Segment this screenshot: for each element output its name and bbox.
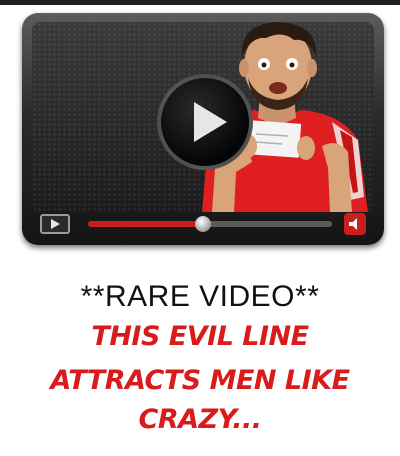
play-icon [194, 102, 227, 142]
subtext-line-1: THIS EVIL LINE [91, 321, 309, 352]
seek-progress [88, 221, 203, 227]
seek-bar[interactable] [88, 216, 332, 232]
headline: **RARE VIDEO** [80, 280, 320, 313]
volume-icon [349, 218, 357, 230]
seek-handle[interactable] [194, 216, 211, 232]
player-controls [32, 212, 374, 238]
subtext-line-3: CRAZY... [138, 404, 262, 435]
control-play-button[interactable] [40, 214, 70, 234]
top-border [0, 0, 400, 5]
play-button[interactable] [157, 74, 253, 170]
subtext-line-2: ATTRACTS MEN LIKE [50, 365, 350, 396]
video-screen[interactable] [32, 22, 374, 212]
control-play-icon [51, 219, 60, 229]
video-player[interactable] [22, 13, 384, 245]
volume-button[interactable] [344, 213, 366, 235]
